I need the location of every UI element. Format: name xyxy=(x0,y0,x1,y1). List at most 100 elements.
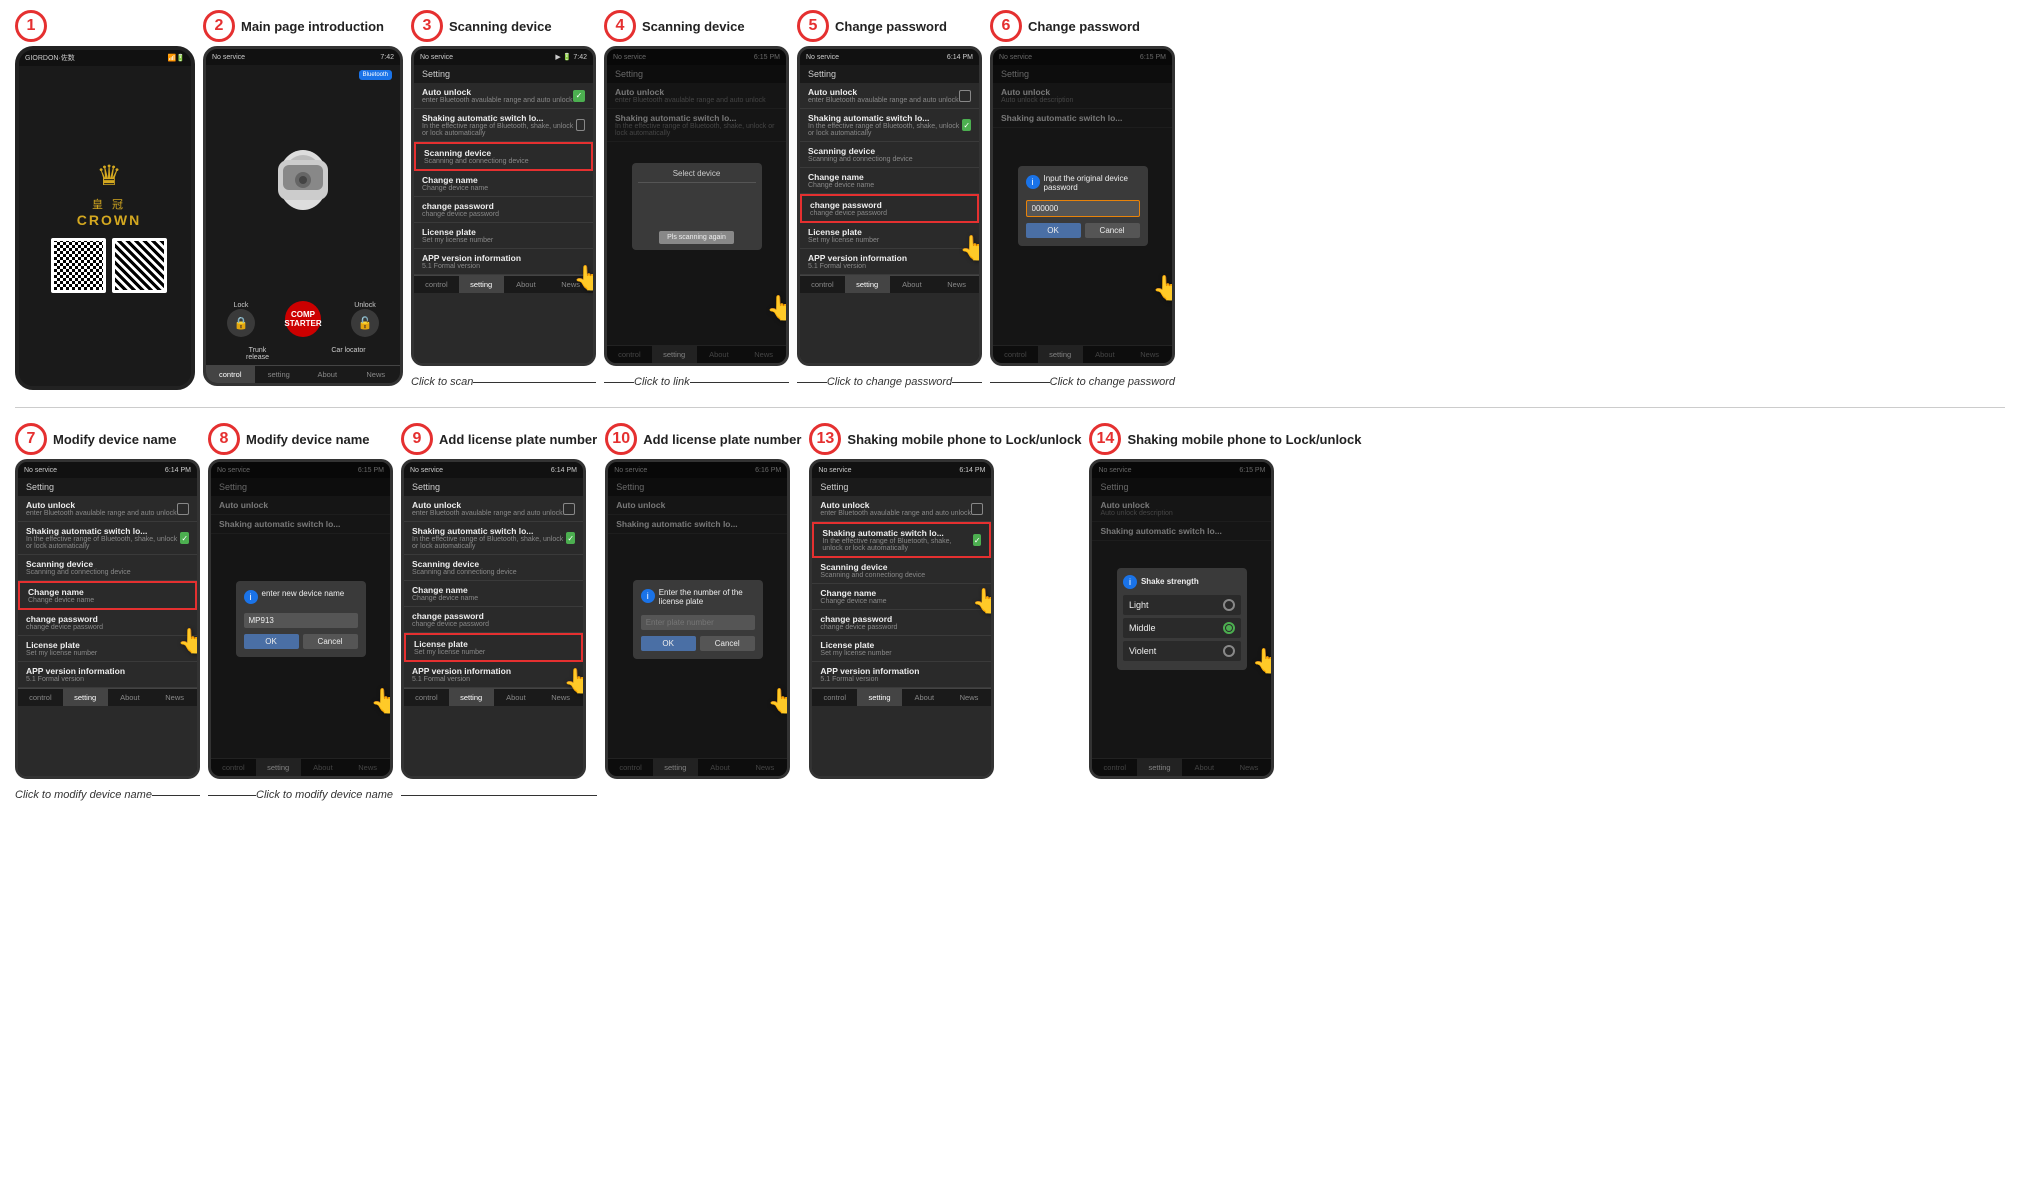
shake-option-middle[interactable]: Middle xyxy=(1123,618,1241,638)
setting-app-5[interactable]: APP version information 5.1 Formal versi… xyxy=(800,249,979,275)
setting-app-7[interactable]: APP version information 5.1 Formal versi… xyxy=(18,662,197,688)
setting-name-9[interactable]: Change name Change device name xyxy=(404,581,583,607)
nav-control-5[interactable]: control xyxy=(800,276,845,293)
checkbox-auto-7[interactable] xyxy=(177,503,189,515)
setting-shake-7[interactable]: Shaking automatic switch lo... In the ef… xyxy=(18,522,197,555)
pw-cancel-btn[interactable]: Cancel xyxy=(1085,223,1140,238)
setting-shake-5[interactable]: Shaking automatic switch lo... In the ef… xyxy=(800,109,979,142)
checkbox-auto-9[interactable] xyxy=(563,503,575,515)
scan-again-btn[interactable]: Pls scanning again xyxy=(659,231,734,244)
setting-scan-3[interactable]: Scanning device Scanning and connectiong… xyxy=(414,142,593,171)
setting-pw-3[interactable]: change password change device password xyxy=(414,197,593,223)
nav-news-5[interactable]: News xyxy=(934,276,979,293)
setting-scan-9[interactable]: Scanning device Scanning and connectiong… xyxy=(404,555,583,581)
name-ok-btn[interactable]: OK xyxy=(244,634,299,649)
setting-plate-13[interactable]: License plate Set my license number xyxy=(812,636,991,662)
plate-cancel-btn[interactable]: Cancel xyxy=(700,636,755,651)
nav-about-7[interactable]: About xyxy=(108,689,153,706)
nav-about-5[interactable]: About xyxy=(890,276,935,293)
setting-scan-13[interactable]: Scanning device Scanning and connectiong… xyxy=(812,558,991,584)
setting-auto-unlock-7[interactable]: Auto unlock enter Bluetooth avaulable ra… xyxy=(18,496,197,522)
plate-dialog-info: i Enter the number of the license plate xyxy=(641,588,755,606)
nav-about-9[interactable]: About xyxy=(494,689,539,706)
setting-scan-7[interactable]: Scanning device Scanning and connectiong… xyxy=(18,555,197,581)
checkbox-auto-5[interactable] xyxy=(959,90,971,102)
nav-setting[interactable]: setting xyxy=(255,366,304,383)
setting-shake-13[interactable]: Shaking automatic switch lo... In the ef… xyxy=(812,522,991,558)
shake-light-radio[interactable] xyxy=(1223,599,1235,611)
comp-starter[interactable]: COMPSTARTER xyxy=(274,301,332,337)
nav-control-13[interactable]: control xyxy=(812,689,857,706)
setting-plate-7[interactable]: License plate Set my license number xyxy=(18,636,197,662)
setting-name-3[interactable]: Change name Change device name xyxy=(414,171,593,197)
setting-pw-7[interactable]: change password change device password xyxy=(18,610,197,636)
step-8: 8 Modify device name No service 6:15 PM … xyxy=(208,423,393,805)
checkbox-shake-7[interactable]: ✓ xyxy=(180,532,189,544)
step-13-number: 13 xyxy=(809,423,841,455)
row-1: 1 GIORDON·佐数 📶🔋 ♛ 皇 冠 CROWN xyxy=(15,10,2005,392)
checkbox-auto-3[interactable]: ✓ xyxy=(573,90,585,102)
nav-control-9[interactable]: control xyxy=(404,689,449,706)
nav-about[interactable]: About xyxy=(303,366,352,383)
shake-violent-radio[interactable] xyxy=(1223,645,1235,657)
nav-setting-7[interactable]: setting xyxy=(63,689,108,706)
nav-about-3[interactable]: About xyxy=(504,276,549,293)
setting-scan-5[interactable]: Scanning device Scanning and connectiong… xyxy=(800,142,979,168)
nav-setting-5[interactable]: setting xyxy=(845,276,890,293)
checkbox-shake-13[interactable]: ✓ xyxy=(973,534,981,546)
setting-shake-9[interactable]: Shaking automatic switch lo... In the ef… xyxy=(404,522,583,555)
setting-auto-unlock-9[interactable]: Auto unlock enter Bluetooth avaulable ra… xyxy=(404,496,583,522)
pw-input[interactable] xyxy=(1026,200,1140,217)
checkbox-shake-3[interactable] xyxy=(576,119,585,131)
setting-auto-unlock-13[interactable]: Auto unlock enter Bluetooth avaulable ra… xyxy=(812,496,991,522)
shake-option-violent[interactable]: Violent xyxy=(1123,641,1241,661)
setting-app-13[interactable]: APP version information 5.1 Formal versi… xyxy=(812,662,991,688)
nav-setting-3[interactable]: setting xyxy=(459,276,504,293)
shake-option-light[interactable]: Light xyxy=(1123,595,1241,615)
nav-news-13[interactable]: News xyxy=(947,689,992,706)
caption-text-3: Click to scan xyxy=(411,376,473,388)
setting-plate-9[interactable]: License plate Set my license number xyxy=(404,633,583,662)
plate-input[interactable] xyxy=(641,615,755,630)
car-display: Bluetooth xyxy=(206,65,400,295)
qr-code-1 xyxy=(51,238,106,293)
unlock-control[interactable]: Unlock 🔓 xyxy=(336,302,394,337)
name-cancel-btn[interactable]: Cancel xyxy=(303,634,358,649)
setting-pw-13[interactable]: change password change device password xyxy=(812,610,991,636)
checkbox-shake-9[interactable]: ✓ xyxy=(566,532,575,544)
car-locator[interactable]: Car locator xyxy=(305,347,392,361)
setting-auto-unlock-3[interactable]: Auto unlock enter Bluetooth avaulable ra… xyxy=(414,83,593,109)
plate-ok-btn[interactable]: OK xyxy=(641,636,696,651)
nav-control-7[interactable]: control xyxy=(18,689,63,706)
nav-control-3[interactable]: control xyxy=(414,276,459,293)
setting-app-3[interactable]: APP version information 5.1 Formal versi… xyxy=(414,249,593,275)
setting-plate-5[interactable]: License plate Set my license number xyxy=(800,223,979,249)
shake-middle-radio[interactable] xyxy=(1223,622,1235,634)
setting-app-9[interactable]: APP version information 5.1 Formal versi… xyxy=(404,662,583,688)
setting-shake-3[interactable]: Shaking automatic switch lo... In the ef… xyxy=(414,109,593,142)
device-name-input[interactable] xyxy=(244,613,358,628)
step-1: 1 GIORDON·佐数 📶🔋 ♛ 皇 冠 CROWN xyxy=(15,10,195,390)
setting-pw-5[interactable]: change password change device password xyxy=(800,194,979,223)
lock-control[interactable]: Lock 🔒 xyxy=(212,302,270,337)
checkbox-auto-13[interactable] xyxy=(971,503,983,515)
setting-auto-unlock-5[interactable]: Auto unlock enter Bluetooth avaulable ra… xyxy=(800,83,979,109)
trunk-release[interactable]: Trunkrelease xyxy=(214,347,301,361)
nav-bar-9: control setting About News xyxy=(404,688,583,706)
nav-news-7[interactable]: News xyxy=(152,689,197,706)
nav-control[interactable]: control xyxy=(206,366,255,383)
setting-plate-3[interactable]: License plate Set my license number xyxy=(414,223,593,249)
setting-name-13[interactable]: Change name Change device name xyxy=(812,584,991,610)
setting-pw-9[interactable]: change password change device password xyxy=(404,607,583,633)
nav-news[interactable]: News xyxy=(352,366,401,383)
pw-ok-btn[interactable]: OK xyxy=(1026,223,1081,238)
scan-dialog-title: Select device xyxy=(638,169,756,178)
brand-en: CROWN xyxy=(77,212,141,228)
setting-name-5[interactable]: Change name Change device name xyxy=(800,168,979,194)
nav-setting-13[interactable]: setting xyxy=(857,689,902,706)
checkbox-shake-5[interactable]: ✓ xyxy=(962,119,971,131)
main-screen: Bluetooth Lock xyxy=(206,65,400,383)
setting-name-7[interactable]: Change name Change device name xyxy=(18,581,197,610)
nav-about-13[interactable]: About xyxy=(902,689,947,706)
nav-setting-9[interactable]: setting xyxy=(449,689,494,706)
